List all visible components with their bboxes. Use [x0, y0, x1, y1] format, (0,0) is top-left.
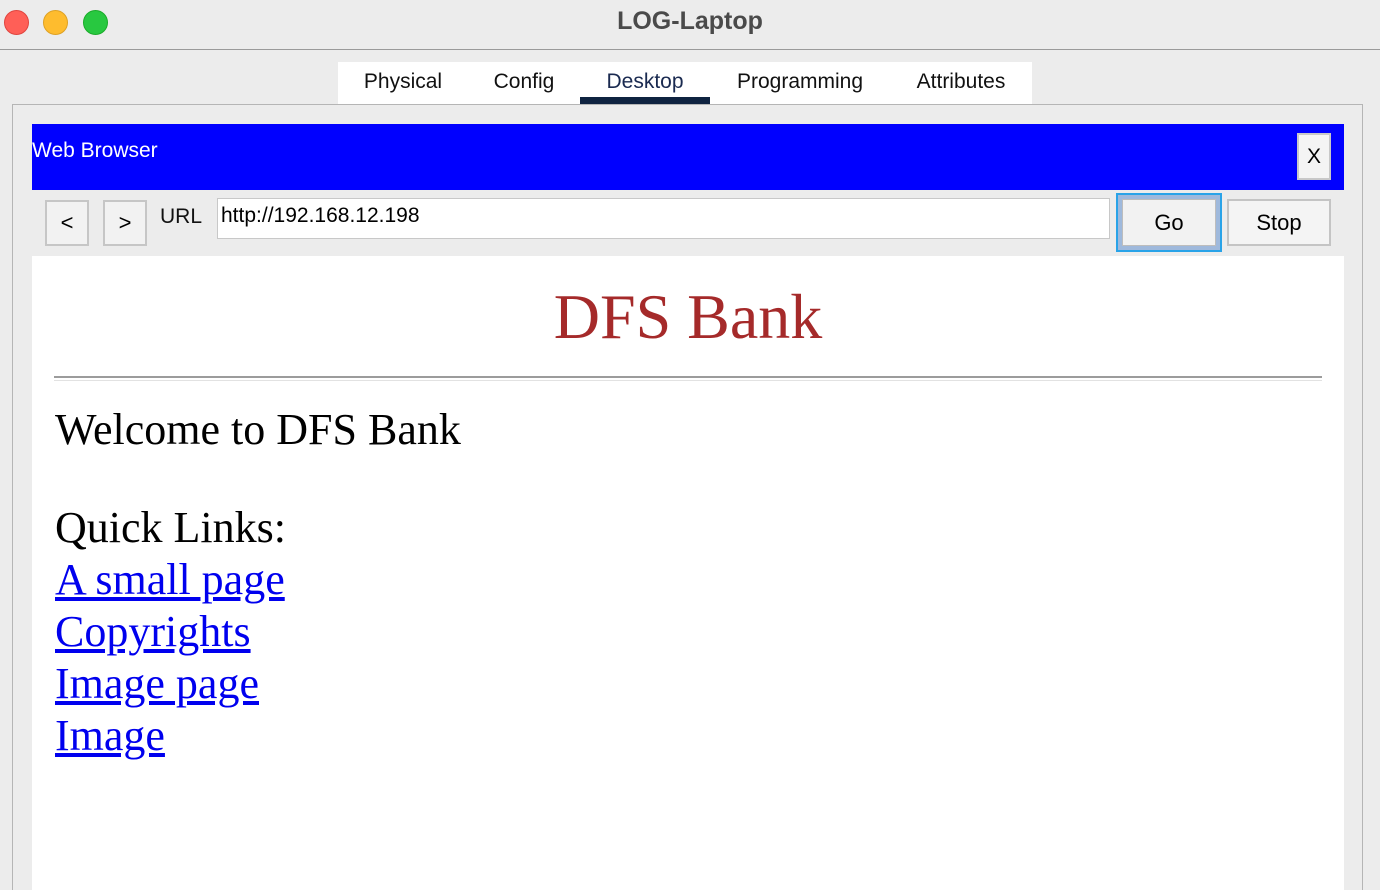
web-browser-titlebar: Web Browser X [32, 124, 1344, 190]
go-button-label: Go [1122, 199, 1216, 246]
window-title: LOG-Laptop [617, 7, 763, 35]
tab-config[interactable]: Config [468, 62, 580, 104]
url-input[interactable] [217, 198, 1110, 239]
page-title: DFS Bank [553, 281, 823, 352]
window-titlebar: LOG-Laptop [0, 0, 1380, 50]
link-image[interactable]: Image [55, 710, 285, 762]
tab-programming[interactable]: Programming [710, 62, 890, 104]
tab-physical[interactable]: Physical [338, 62, 468, 104]
device-tabs: Physical Config Desktop Programming Attr… [338, 62, 1032, 104]
link-copyrights[interactable]: Copyrights [55, 606, 285, 658]
quick-links-list: A small page Copyrights Image page Image [55, 554, 285, 762]
forward-button[interactable]: > [103, 200, 147, 246]
go-button[interactable]: Go [1116, 193, 1222, 252]
link-a-small-page[interactable]: A small page [55, 554, 285, 606]
web-browser-title: Web Browser [32, 139, 158, 162]
stop-button[interactable]: Stop [1227, 199, 1331, 246]
close-browser-button[interactable]: X [1297, 133, 1331, 180]
back-button[interactable]: < [45, 200, 89, 246]
tab-desktop[interactable]: Desktop [580, 62, 710, 104]
welcome-text: Welcome to DFS Bank [55, 405, 461, 454]
url-label: URL [160, 205, 203, 228]
link-image-page[interactable]: Image page [55, 658, 285, 710]
tab-attributes[interactable]: Attributes [890, 62, 1032, 104]
browser-toolbar: < > URL Go Stop [32, 190, 1344, 256]
horizontal-rule [54, 376, 1322, 381]
web-page-content: DFS Bank Welcome to DFS Bank Quick Links… [32, 256, 1344, 890]
quick-links-heading: Quick Links: [55, 503, 286, 552]
